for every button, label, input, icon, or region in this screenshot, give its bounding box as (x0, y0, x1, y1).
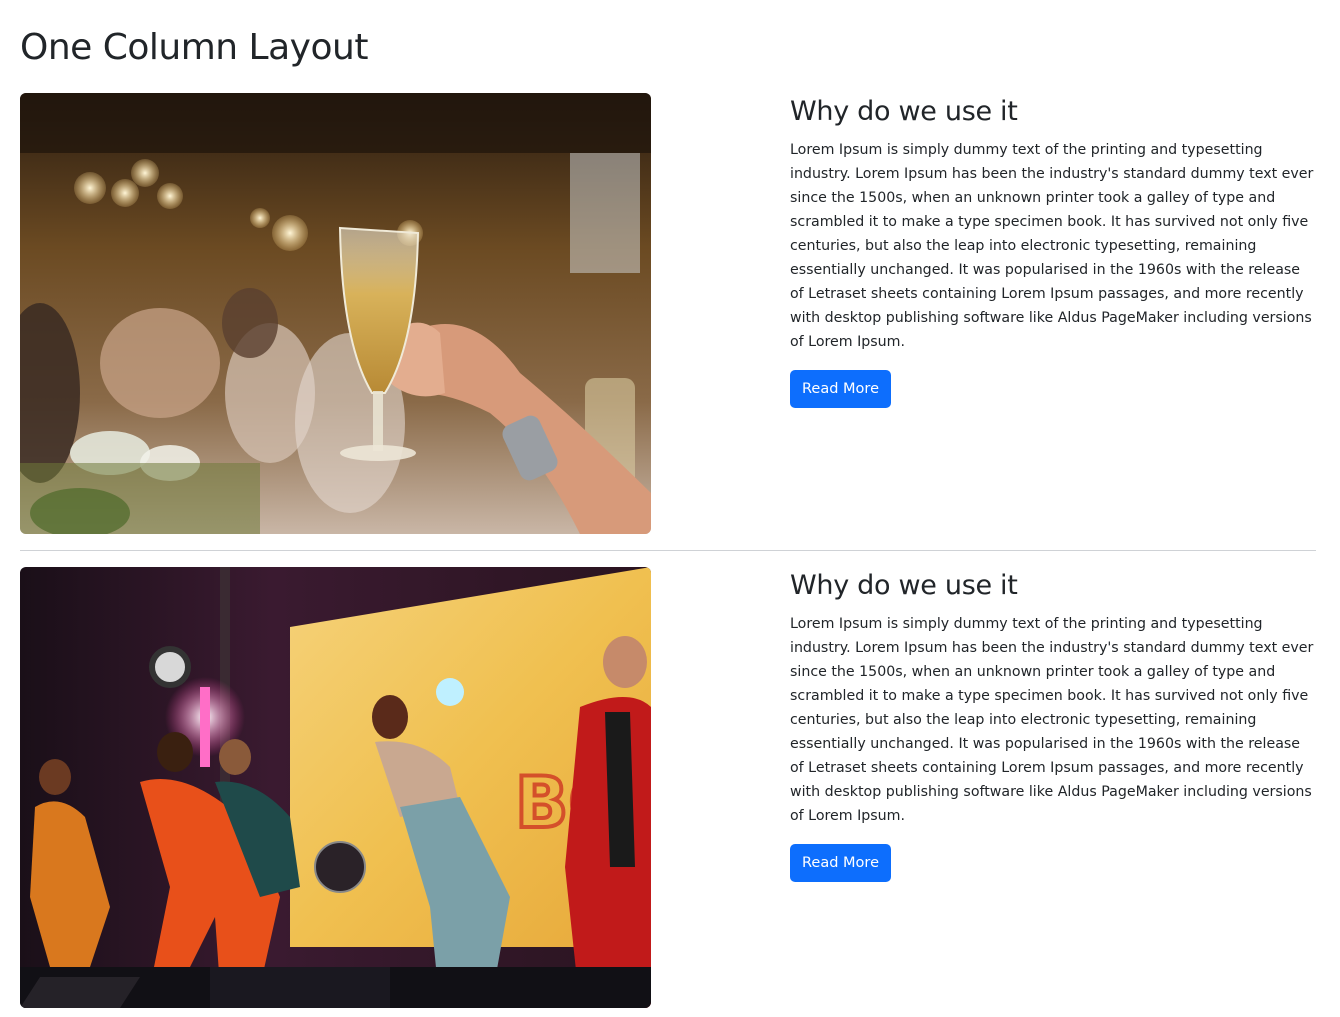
content-row: BO (20, 567, 1316, 1008)
champagne-toast-photo (20, 93, 651, 534)
page-title: One Column Layout (20, 27, 368, 68)
read-more-button[interactable]: Read More (790, 370, 891, 408)
card-body-text: Lorem Ipsum is simply dummy text of the … (790, 616, 1314, 824)
card-text: Why do we use it Lorem Ipsum is simply d… (790, 567, 1316, 882)
concert-band-photo: BO (20, 567, 651, 1008)
card-body-text: Lorem Ipsum is simply dummy text of the … (790, 142, 1314, 350)
card-heading: Why do we use it (790, 570, 1018, 601)
content-row: Why do we use it Lorem Ipsum is simply d… (20, 93, 1316, 534)
page: One Column Layout Why do we use it Lorem… (0, 0, 1340, 1017)
card-heading: Why do we use it (790, 96, 1018, 127)
divider (20, 550, 1316, 551)
read-more-button[interactable]: Read More (790, 844, 891, 882)
card-text: Why do we use it Lorem Ipsum is simply d… (790, 93, 1316, 408)
